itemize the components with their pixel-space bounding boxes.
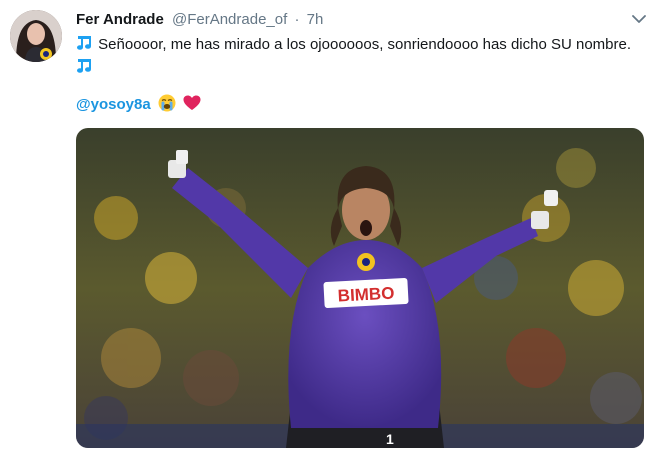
avatar[interactable] — [10, 10, 62, 62]
tweet-text: Señoooor, me has mirado a los ojoooooos,… — [76, 33, 636, 79]
tweet-header: Fer Andrade @FerAndrade_of · 7h — [76, 10, 323, 30]
red-heart-icon — [183, 94, 201, 112]
tweet-text-content: Señoooor, me has mirado a los ojoooooos,… — [98, 36, 632, 53]
musical-notes-icon — [76, 58, 94, 74]
tweet[interactable]: Fer Andrade @FerAndrade_of · 7h Señoooor… — [0, 0, 660, 464]
jersey-number: 1 — [386, 431, 394, 447]
timestamp[interactable]: 7h — [307, 11, 324, 28]
loudly-crying-face-icon — [158, 94, 176, 112]
user-handle[interactable]: @FerAndrade_of — [172, 11, 287, 28]
musical-notes-icon — [76, 35, 94, 51]
tweet-photo[interactable]: BIMBO 1 — [76, 128, 644, 448]
display-name[interactable]: Fer Andrade — [76, 11, 164, 28]
mention-line: @yosoy8a — [76, 93, 201, 117]
chevron-down-icon[interactable] — [630, 10, 648, 28]
separator-dot: · — [294, 11, 300, 28]
mention-link[interactable]: @yosoy8a — [76, 96, 151, 113]
jersey-sponsor: BIMBO — [337, 284, 395, 306]
